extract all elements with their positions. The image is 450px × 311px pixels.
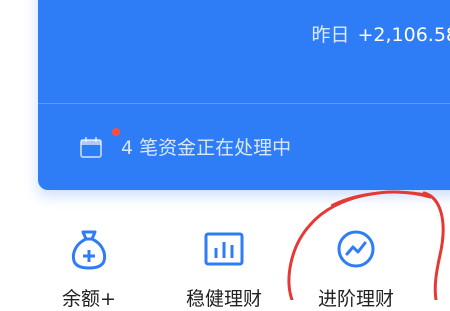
asset-summary-card[interactable]: 昨日 +2,106.58 <box>38 0 450 190</box>
nav-label-advanced-finance: 进阶理财 <box>317 288 394 310</box>
nav-label-balance-plus: 余额+ <box>62 288 116 310</box>
yesterday-value: +2,106.58 <box>357 24 450 46</box>
calendar-icon <box>80 137 102 158</box>
processing-notice[interactable]: 4 笔资金正在处理中 <box>121 133 291 160</box>
notification-dot <box>112 128 120 136</box>
nav-label-steady-finance: 稳健理财 <box>185 288 262 310</box>
card-divider <box>38 103 450 104</box>
yesterday-label: 昨日 <box>311 24 350 46</box>
yesterday-earnings: 昨日 +2,106.58 <box>311 20 450 47</box>
processing-text: 笔资金正在处理中 <box>139 137 292 159</box>
trend-chart-icon <box>337 230 375 268</box>
nav-item-steady-finance[interactable]: 稳健理财 <box>184 228 264 310</box>
bar-chart-icon <box>204 232 244 266</box>
money-bag-icon <box>71 230 107 270</box>
processing-count: 4 <box>121 137 134 159</box>
nav-item-balance-plus[interactable]: 余额+ <box>49 228 129 310</box>
nav-item-advanced-finance[interactable]: 进阶理财 <box>316 228 396 310</box>
